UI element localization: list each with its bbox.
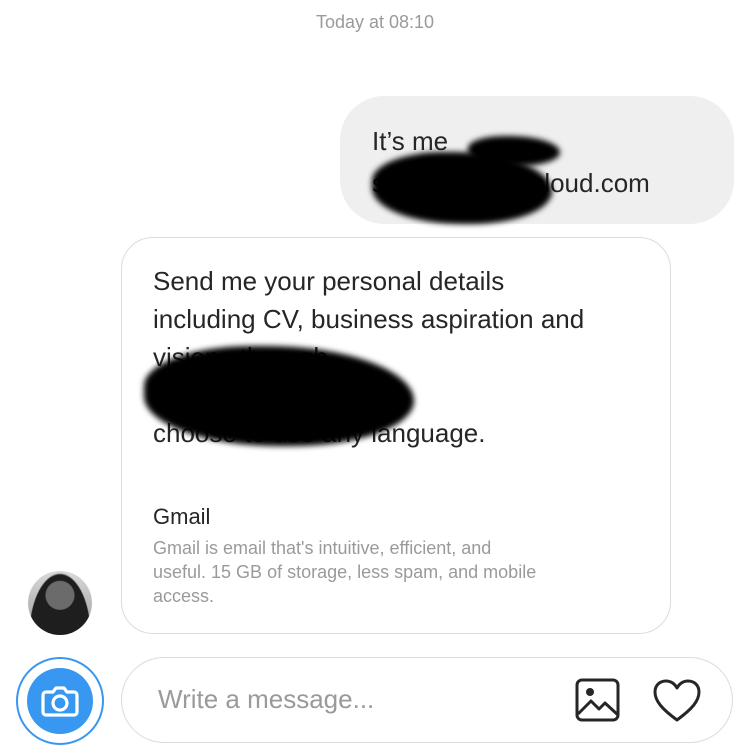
link-preview-description-line: Gmail is email that's intuitive, efficie… [153, 538, 492, 558]
sender-avatar[interactable] [28, 571, 92, 635]
message-input[interactable]: Write a message... [158, 684, 374, 715]
like-button[interactable] [652, 678, 701, 726]
message-composer[interactable]: Write a message... [121, 657, 733, 743]
image-icon [575, 678, 620, 722]
link-preview-description-line: access. [153, 586, 215, 606]
gallery-button[interactable] [574, 676, 622, 724]
camera-icon [27, 668, 93, 734]
message-line: including CV, business aspiration and [153, 304, 585, 334]
heart-icon [653, 679, 701, 722]
camera-button[interactable] [16, 657, 104, 745]
link-preview-title[interactable]: Gmail [153, 504, 210, 530]
outgoing-message-bubble[interactable]: It’s me smilecalvin@icloud.com [340, 96, 734, 224]
message-timestamp: Today at 08:10 [315, 12, 435, 32]
link-preview-description-line: useful. 15 GB of storage, less spam, and… [153, 562, 537, 582]
incoming-message-bubble[interactable]: Send me your personal details including … [121, 237, 671, 634]
link-preview-description: Gmail is email that's intuitive, efficie… [153, 536, 633, 608]
chat-screen: Today at 08:10 It’s me smilecalvin@iclou… [0, 0, 750, 747]
message-line: Send me your personal details [153, 266, 505, 296]
